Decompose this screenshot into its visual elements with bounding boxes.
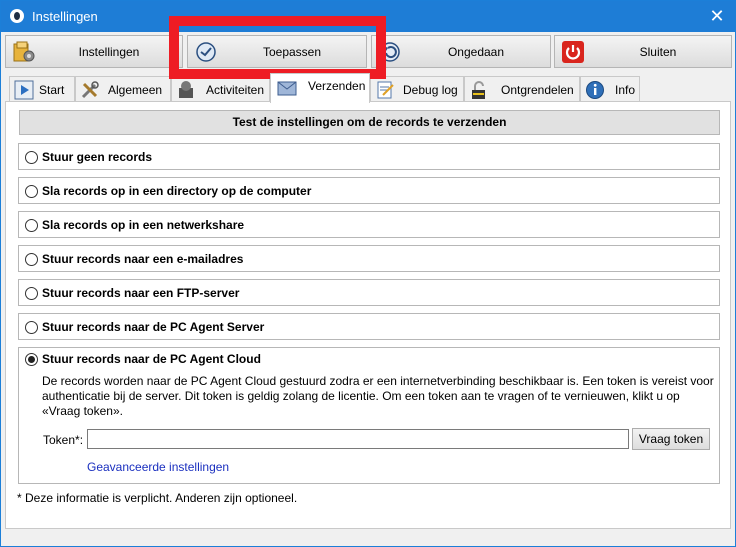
settings-window: Instellingen ✕ Instellingen Toepassen On… [0, 0, 736, 547]
option-label: Stuur records naar een FTP-server [42, 286, 240, 300]
send-settings-panel: Test de instellingen om de records te ve… [5, 101, 731, 529]
option-label[interactable]: Stuur records naar de PC Agent Cloud [42, 352, 261, 366]
apply-button[interactable]: Toepassen [187, 35, 367, 68]
required-footnote: * Deze informatie is verplicht. Anderen … [17, 491, 298, 505]
envelope-icon [277, 81, 297, 96]
info-icon [586, 81, 604, 99]
cloud-description: De records worden naar de PC Agent Cloud… [42, 374, 714, 418]
close-button[interactable]: Sluiten [554, 35, 732, 68]
radio-button[interactable] [25, 151, 38, 164]
radio-button[interactable] [25, 321, 38, 334]
tab-activiteiten-label: Activiteiten [206, 83, 265, 97]
tab-info-label: Info [615, 83, 636, 97]
option-label: Stuur records naar de PC Agent Server [42, 320, 265, 334]
window-close-button[interactable]: ✕ [705, 4, 729, 28]
radio-button[interactable] [25, 185, 38, 198]
request-token-button[interactable]: Vraag token [632, 428, 710, 450]
option-email[interactable]: Stuur records naar een e-mailadres [18, 245, 720, 272]
tab-debug-log-label: Debug log [403, 83, 458, 97]
undo-icon [380, 42, 400, 62]
settings-button[interactable]: Instellingen [5, 35, 183, 68]
tab-debug-log[interactable]: Debug log [370, 76, 464, 102]
radio-button-selected[interactable] [25, 353, 38, 366]
tools-icon [81, 81, 99, 99]
option-no-records[interactable]: Stuur geen records [18, 143, 720, 170]
radio-button[interactable] [25, 219, 38, 232]
activity-icon [179, 81, 193, 98]
close-button-label: Sluiten [639, 45, 677, 59]
notepad-icon [377, 81, 394, 99]
option-label: Sla records op in een directory op de co… [42, 184, 312, 198]
tab-info[interactable]: Info [580, 76, 640, 102]
settings-folder-icon [13, 41, 35, 62]
option-ftp-server[interactable]: Stuur records naar een FTP-server [18, 279, 720, 306]
token-label: Token*: [43, 433, 84, 447]
tab-verzenden-label: Verzenden [308, 79, 366, 93]
app-logo-icon [10, 9, 24, 23]
unlock-icon [472, 81, 485, 99]
settings-button-label: Instellingen [78, 45, 140, 59]
apply-check-icon [196, 42, 216, 62]
option-pc-agent-cloud: Stuur records naar de PC Agent Cloud De … [18, 347, 720, 484]
title-bar: Instellingen ✕ [1, 1, 735, 32]
token-input[interactable] [87, 429, 629, 449]
tab-ontgrendelen-label: Ontgrendelen [501, 83, 574, 97]
tab-verzenden[interactable]: Verzenden [270, 73, 370, 103]
power-icon [562, 41, 584, 63]
option-pc-agent-server[interactable]: Stuur records naar de PC Agent Server [18, 313, 720, 340]
advanced-settings-link[interactable]: Geavanceerde instellingen [87, 460, 229, 474]
option-local-directory[interactable]: Sla records op in een directory op de co… [18, 177, 720, 204]
radio-button[interactable] [25, 287, 38, 300]
option-label: Stuur geen records [42, 150, 153, 164]
option-label: Sla records op in een netwerkshare [42, 218, 245, 232]
undo-button-label: Ongedaan [447, 45, 505, 59]
tab-algemeen-label: Algemeen [108, 83, 163, 97]
apply-button-label: Toepassen [262, 45, 322, 59]
option-label: Stuur records naar een e-mailadres [42, 252, 244, 266]
radio-button[interactable] [25, 253, 38, 266]
tab-ontgrendelen[interactable]: Ontgrendelen [464, 76, 580, 102]
section-header: Test de instellingen om de records te ve… [19, 110, 720, 135]
undo-button[interactable]: Ongedaan [371, 35, 551, 68]
tab-start-label: Start [39, 83, 65, 97]
option-network-share[interactable]: Sla records op in een netwerkshare [18, 211, 720, 238]
tab-start[interactable]: Start [9, 76, 75, 102]
tab-bar: Start Algemeen Activiteiten Verzenden De… [5, 73, 733, 103]
play-icon [14, 80, 34, 100]
window-title: Instellingen [32, 9, 98, 24]
tab-algemeen[interactable]: Algemeen [75, 76, 171, 102]
tab-activiteiten[interactable]: Activiteiten [171, 76, 270, 102]
